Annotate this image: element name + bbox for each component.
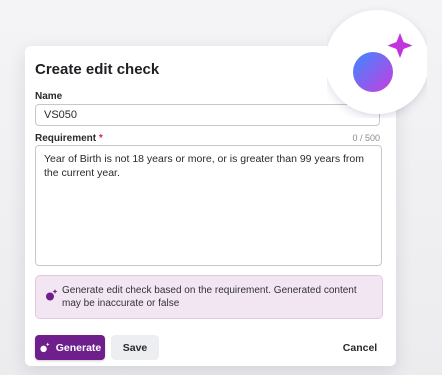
dialog-title: Create edit check — [35, 61, 160, 78]
save-button[interactable]: Save — [111, 335, 159, 360]
ai-notice-text: Generate edit check based on the require… — [62, 285, 357, 309]
requirement-textarea[interactable]: Year of Birth is not 18 years or more, o… — [35, 145, 382, 266]
name-label: Name — [35, 91, 63, 102]
requirement-label: Requirement * — [35, 133, 103, 144]
ai-sparkle-icon — [46, 289, 58, 301]
ai-notice: Generate edit check based on the require… — [35, 275, 383, 319]
ai-sparkle-icon — [327, 10, 427, 114]
requirement-label-text: Requirement — [35, 133, 97, 144]
ai-sparkle-icon — [40, 342, 50, 353]
generate-button[interactable]: Generate — [35, 335, 105, 360]
required-marker: * — [98, 133, 103, 144]
character-counter: 0 / 500 — [352, 133, 380, 143]
cancel-button[interactable]: Cancel — [337, 335, 383, 360]
generate-button-label: Generate — [55, 341, 102, 354]
ai-assistant-badge[interactable] — [327, 0, 427, 120]
